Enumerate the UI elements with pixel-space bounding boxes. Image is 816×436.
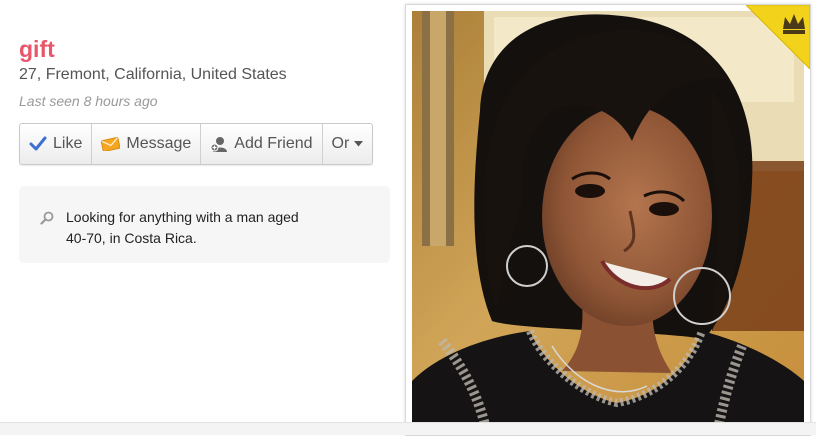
caret-down-icon <box>354 141 364 147</box>
last-seen-status: Last seen 8 hours ago <box>19 93 158 109</box>
profile-header: gift 27, Fremont, California, United Sta… <box>19 35 389 112</box>
person-add-icon <box>210 137 228 152</box>
bottom-divider <box>0 422 816 435</box>
or-label: Or <box>331 135 350 152</box>
check-icon <box>29 136 47 151</box>
add-friend-label: Add Friend <box>234 135 313 152</box>
profile-location: 27, Fremont, California, United States <box>19 66 287 83</box>
looking-for-text: Looking for anything with a man aged 40-… <box>66 209 299 246</box>
profile-photo-frame[interactable] <box>405 4 811 436</box>
like-label: Like <box>53 135 83 152</box>
looking-for-box: Looking for anything with a man aged 40-… <box>19 186 390 263</box>
profile-name: gift <box>19 36 55 62</box>
or-dropdown-button[interactable]: Or <box>323 124 373 164</box>
profile-actions: Like Message Add Friend Or <box>19 123 374 165</box>
profile-photo[interactable] <box>412 11 804 435</box>
envelope-icon <box>101 137 121 151</box>
message-label: Message <box>126 135 192 152</box>
like-button[interactable]: Like <box>20 124 93 164</box>
message-button[interactable]: Message <box>92 124 202 164</box>
crown-icon <box>746 5 810 69</box>
search-icon <box>40 211 54 225</box>
add-friend-button[interactable]: Add Friend <box>201 124 323 164</box>
